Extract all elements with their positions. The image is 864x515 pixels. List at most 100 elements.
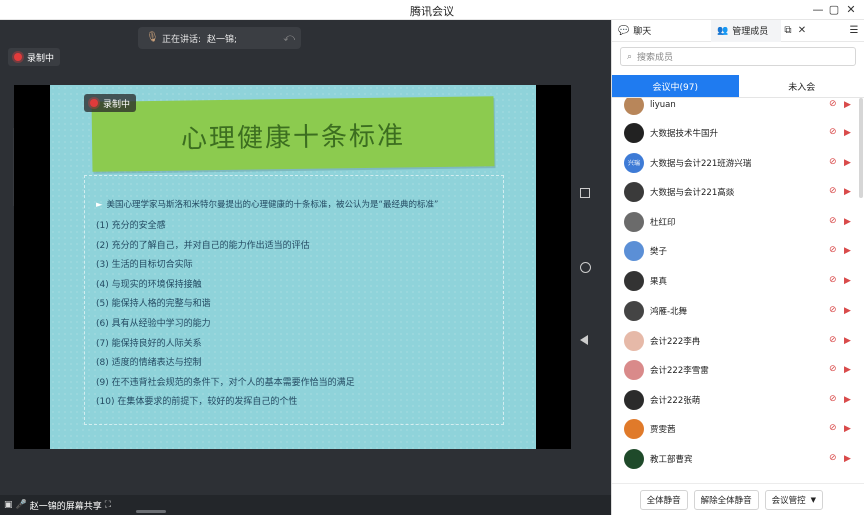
camera-off-icon[interactable]: ▶ bbox=[844, 217, 856, 227]
members-panel: 💬 聊天 👥 管理成员 ⧉ ✕ ☰ ⌕ 搜索成员 会议中(97) 未入会 liy… bbox=[611, 19, 864, 515]
camera-off-icon[interactable]: ▶ bbox=[844, 246, 856, 256]
chat-icon: 💬 bbox=[618, 25, 630, 36]
mic-muted-icon[interactable]: ⊘ bbox=[829, 216, 839, 228]
unmute-all-button[interactable]: 解除全体静音 bbox=[693, 489, 759, 510]
presentation-slide: 录制中 心理健康十条标准 ► 美国心理学家马斯洛和米特尔曼提出的心理健康的十条标准… bbox=[50, 85, 536, 449]
member-search-input[interactable]: ⌕ 搜索成员 bbox=[620, 47, 856, 66]
avatar bbox=[624, 330, 644, 351]
mute-all-button[interactable]: 全体静音 bbox=[639, 489, 688, 510]
maximize-button[interactable]: ▢ bbox=[826, 2, 842, 18]
member-row[interactable]: 会计222李冉 ⊘ ▶ bbox=[612, 326, 857, 355]
recording-label: 录制中 bbox=[27, 53, 55, 64]
member-row[interactable]: 教工部曹宾 ⊘ ▶ bbox=[612, 444, 857, 473]
member-name: 大数据与会计221班游兴瑞 bbox=[650, 158, 752, 169]
member-row[interactable]: 果真 ⊘ ▶ bbox=[612, 266, 857, 295]
minimize-button[interactable]: — bbox=[810, 2, 826, 18]
tencent-meeting-window: 腾讯会议 — ▢ ✕ 🎙 正在讲话: 赵一锦; ⤺ 录制中 › 录制中 bbox=[0, 0, 864, 515]
mic-muted-icon[interactable]: ⊘ bbox=[829, 423, 839, 435]
mic-muted-icon[interactable]: ⊘ bbox=[829, 335, 839, 347]
tab-members[interactable]: 👥 管理成员 bbox=[711, 19, 781, 42]
camera-off-icon[interactable]: ▶ bbox=[844, 128, 856, 138]
mic-muted-icon[interactable]: ⊘ bbox=[829, 364, 839, 376]
share-owner-text: 赵一锦的屏幕共享 bbox=[29, 501, 102, 512]
member-row[interactable]: 贾雯茜 ⊘ ▶ bbox=[612, 414, 857, 443]
camera-off-icon[interactable]: ▶ bbox=[844, 395, 856, 405]
popout-icon[interactable]: ⧉ bbox=[781, 25, 795, 36]
camera-off-icon[interactable]: ▶ bbox=[844, 336, 856, 346]
avatar: 兴瑞 bbox=[624, 152, 644, 173]
slide-item: (4) 与现实的环境保持接触 bbox=[96, 279, 202, 290]
speaking-collapse-icon[interactable]: ⤺ bbox=[283, 31, 295, 45]
bullet-arrow-icon: ► bbox=[96, 200, 103, 210]
avatar bbox=[624, 98, 644, 115]
avatar bbox=[624, 418, 644, 439]
avatar bbox=[624, 359, 644, 380]
menu-icon[interactable]: ☰ bbox=[847, 25, 861, 36]
slide-item: (1) 充分的安全感 bbox=[96, 221, 166, 231]
camera-off-icon[interactable]: ▶ bbox=[844, 454, 856, 464]
member-row[interactable]: 兴瑞 大数据与会计221班游兴瑞 ⊘ ▶ bbox=[612, 148, 857, 177]
member-name: 大数据技术牛国升 bbox=[650, 128, 719, 139]
avatar bbox=[624, 122, 644, 143]
mic-muted-icon[interactable]: ⊘ bbox=[829, 127, 839, 139]
speaking-mic-icon: 🎙 bbox=[146, 32, 159, 43]
tab-members-label: 管理成员 bbox=[732, 27, 769, 37]
member-name: 教工部曹宾 bbox=[650, 454, 693, 465]
member-name: 杜红印 bbox=[650, 217, 676, 228]
camera-off-icon[interactable]: ▶ bbox=[844, 187, 856, 197]
camera-off-icon[interactable]: ▶ bbox=[844, 424, 856, 434]
member-list-scrollbar[interactable] bbox=[859, 98, 863, 198]
annotate-icon[interactable]: ⛶ bbox=[105, 500, 111, 510]
avatar bbox=[624, 389, 644, 410]
member-row[interactable]: 大数据技术牛国升 ⊘ ▶ bbox=[612, 118, 857, 147]
slide-item: (9) 在不违背社会规范的条件下，对个人的基本需要作恰当的满足 bbox=[96, 377, 355, 388]
tab-in-meeting[interactable]: 会议中(97) bbox=[612, 75, 739, 98]
member-row[interactable]: 会计222张萌 ⊘ ▶ bbox=[612, 385, 857, 414]
avatar bbox=[624, 240, 644, 261]
slide-item: (8) 适度的情绪表达与控制 bbox=[96, 358, 202, 369]
tab-chat[interactable]: 💬 聊天 bbox=[612, 20, 711, 42]
camera-off-icon[interactable]: ▶ bbox=[844, 158, 856, 168]
close-window-button[interactable]: ✕ bbox=[843, 2, 859, 18]
member-name: 大数据与会计221高燚 bbox=[650, 187, 735, 198]
mic-muted-icon[interactable]: ⊘ bbox=[829, 275, 839, 287]
speaking-indicator: 🎙 正在讲话: 赵一锦; ⤺ bbox=[138, 27, 301, 49]
member-row[interactable]: 大数据与会计221高燚 ⊘ ▶ bbox=[612, 177, 857, 206]
shared-screen: 录制中 心理健康十条标准 ► 美国心理学家马斯洛和米特尔曼提出的心理健康的十条标准… bbox=[14, 85, 571, 449]
share-footer: ▣ 🎤 赵一锦的屏幕共享 ⛶ bbox=[0, 495, 611, 515]
member-row[interactable]: liyuan ⊘ ▶ bbox=[612, 98, 857, 119]
mic-muted-icon[interactable]: ⊘ bbox=[829, 305, 839, 317]
member-row[interactable]: 樊子 ⊘ ▶ bbox=[612, 236, 857, 265]
toolbar-grip[interactable] bbox=[136, 510, 166, 513]
camera-off-icon[interactable]: ▶ bbox=[844, 276, 856, 286]
recording-badge[interactable]: 录制中 bbox=[8, 48, 61, 66]
mic-muted-icon[interactable]: ⊘ bbox=[829, 186, 839, 198]
mic-muted-icon[interactable]: ⊘ bbox=[829, 99, 839, 111]
slide-recording-label: 录制中 bbox=[103, 99, 131, 110]
avatar bbox=[624, 181, 644, 202]
tab-not-joined[interactable]: 未入会 bbox=[738, 75, 864, 98]
mic-muted-icon[interactable]: ⊘ bbox=[829, 394, 839, 406]
member-row[interactable]: 鸿雁-北舞 ⊘ ▶ bbox=[612, 296, 857, 325]
avatar bbox=[624, 211, 644, 232]
camera-off-icon[interactable]: ▶ bbox=[844, 306, 856, 316]
member-row[interactable]: 杜红印 ⊘ ▶ bbox=[612, 207, 857, 236]
mic-muted-icon[interactable]: ⊘ bbox=[829, 157, 839, 169]
close-panel-icon[interactable]: ✕ bbox=[795, 25, 809, 36]
users-icon: 👥 bbox=[717, 25, 729, 36]
member-name: 会计222张萌 bbox=[650, 395, 701, 406]
slide-intro: ► 美国心理学家马斯洛和米特尔曼提出的心理健康的十条标准，被公认为是“最经典的标准… bbox=[96, 198, 496, 210]
meeting-control-label: 会议管控 bbox=[771, 495, 806, 506]
meeting-control-button[interactable]: 会议管控 ▼ bbox=[764, 489, 823, 510]
mic-muted-icon[interactable]: ⊘ bbox=[829, 245, 839, 257]
back-icon bbox=[580, 335, 588, 345]
member-name: 贾雯茜 bbox=[650, 424, 676, 435]
member-row[interactable]: 会计222李雪雷 ⊘ ▶ bbox=[612, 355, 857, 384]
slide-title-banner: 心理健康十条标准 bbox=[91, 96, 495, 172]
member-name: 会计222李冉 bbox=[650, 336, 701, 347]
mic-muted-icon[interactable]: ⊘ bbox=[829, 453, 839, 465]
camera-off-icon[interactable]: ▶ bbox=[844, 100, 856, 110]
camera-off-icon[interactable]: ▶ bbox=[844, 365, 856, 375]
tab-chat-label: 聊天 bbox=[633, 27, 652, 37]
title-bar: 腾讯会议 — ▢ ✕ bbox=[0, 0, 864, 20]
